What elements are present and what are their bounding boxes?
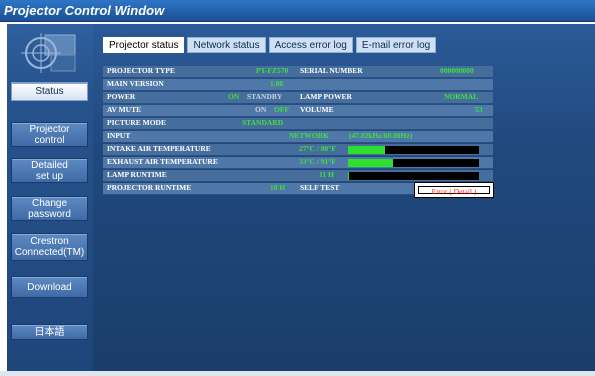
nav-japanese-label: 日本語 bbox=[34, 326, 65, 338]
nav-projector-control-label: Projector control bbox=[29, 123, 70, 146]
tab-bar: Projector status Network status Access e… bbox=[103, 37, 437, 53]
lamp-runtime-value: 11 H bbox=[319, 170, 334, 179]
lamp-runtime-label: LAMP RUNTIME bbox=[107, 170, 167, 179]
nav-change-password-label: Change password bbox=[28, 197, 71, 220]
table-row: MAIN VERSION 1.00 bbox=[103, 79, 493, 91]
exhaust-temperature-bar bbox=[348, 159, 479, 167]
table-row: PICTURE MODE STANDARD bbox=[103, 118, 493, 130]
tab-network-status[interactable]: Network status bbox=[187, 37, 266, 53]
lamp-runtime-bar bbox=[348, 172, 479, 180]
crosshair-logo-icon bbox=[21, 33, 76, 73]
intake-air-temperature-label: INTAKE AIR TEMPERATURE bbox=[107, 144, 211, 153]
input-signal-value: (47.82kHz/60.00Hz) bbox=[349, 131, 413, 140]
projector-runtime-value: 10 H bbox=[270, 183, 286, 192]
table-row: AV MUTE ON OFF VOLUME 53 bbox=[103, 105, 493, 117]
self-test-error-detail-link[interactable]: Error ( Detail ) bbox=[414, 182, 494, 198]
table-row: EXHAUST AIR TEMPERATURE 33°C / 91°F bbox=[103, 157, 493, 169]
volume-value: 53 bbox=[475, 105, 483, 114]
nav-download-label: Download bbox=[27, 281, 72, 293]
nav-status-button[interactable]: Status bbox=[11, 82, 88, 101]
table-row: INTAKE AIR TEMPERATURE 27°C / 80°F bbox=[103, 144, 493, 156]
tab-email-error-log[interactable]: E-mail error log bbox=[355, 37, 437, 53]
self-test-label: SELF TEST bbox=[300, 183, 340, 192]
serial-number-label: SERIAL NUMBER bbox=[300, 66, 363, 75]
window-title: Projector Control Window bbox=[4, 3, 165, 18]
power-standby-value: STANDBY bbox=[247, 92, 283, 101]
intake-air-temperature-value: 27°C / 80°F bbox=[299, 144, 336, 153]
nav-projector-control-button[interactable]: Projector control bbox=[11, 122, 88, 147]
serial-number-value: 000000000 bbox=[440, 66, 474, 75]
power-on-value: ON bbox=[228, 92, 240, 101]
table-row: INPUT NETWORK (47.82kHz/60.00Hz) bbox=[103, 131, 493, 143]
tab-access-error-log[interactable]: Access error log bbox=[268, 37, 353, 53]
title-bar: Projector Control Window bbox=[0, 0, 595, 22]
table-row: PROJECTOR TYPE PT-FZ570 SERIAL NUMBER 00… bbox=[103, 66, 493, 78]
bottom-strip bbox=[0, 371, 595, 376]
nav-crestron-label: Crestron Connected(TM) bbox=[14, 236, 85, 258]
av-mute-off-value: OFF bbox=[274, 105, 289, 114]
tab-projector-status[interactable]: Projector status bbox=[103, 37, 185, 53]
exhaust-temperature-bar-fill bbox=[348, 159, 393, 167]
main-version-label: MAIN VERSION bbox=[107, 79, 164, 88]
nav-status-label: Status bbox=[35, 86, 64, 97]
projector-control-window: Projector Control Window Status Projecto… bbox=[0, 0, 595, 376]
av-mute-label: AV MUTE bbox=[107, 105, 142, 114]
nav-detailed-setup-label: Detailed set up bbox=[31, 159, 68, 182]
lamp-runtime-bar-fill bbox=[348, 172, 350, 180]
volume-label: VOLUME bbox=[300, 105, 334, 114]
sidebar: Status Projector control Detailed set up… bbox=[7, 24, 93, 371]
nav-detailed-setup-button[interactable]: Detailed set up bbox=[11, 158, 88, 183]
picture-mode-label: PICTURE MODE bbox=[107, 118, 166, 127]
intake-temperature-bar-fill bbox=[348, 146, 385, 154]
picture-mode-value: STANDARD bbox=[242, 118, 284, 127]
projector-runtime-label: PROJECTOR RUNTIME bbox=[107, 183, 192, 192]
input-value: NETWORK bbox=[289, 131, 330, 140]
intake-temperature-bar bbox=[348, 146, 479, 154]
exhaust-air-temperature-value: 33°C / 91°F bbox=[299, 157, 336, 166]
av-mute-on-value: ON bbox=[255, 105, 267, 114]
exhaust-air-temperature-label: EXHAUST AIR TEMPERATURE bbox=[107, 157, 218, 166]
lamp-power-value: NORMAL bbox=[444, 92, 479, 101]
nav-crestron-button[interactable]: Crestron Connected(TM) bbox=[11, 233, 88, 261]
input-label: INPUT bbox=[107, 131, 131, 140]
main-panel: Projector status Network status Access e… bbox=[93, 24, 595, 371]
lamp-power-label: LAMP POWER bbox=[300, 92, 352, 101]
power-label: POWER bbox=[107, 92, 136, 101]
self-test-value: Error ( Detail ) bbox=[418, 186, 490, 196]
projector-type-label: PROJECTOR TYPE bbox=[107, 66, 175, 75]
table-row: LAMP RUNTIME 11 H bbox=[103, 170, 493, 182]
main-version-value: 1.00 bbox=[270, 79, 284, 88]
table-row: POWER ON STANDBY LAMP POWER NORMAL bbox=[103, 92, 493, 104]
table-row: PROJECTOR RUNTIME 10 H SELF TEST Error (… bbox=[103, 182, 494, 198]
nav-download-button[interactable]: Download bbox=[11, 276, 88, 298]
nav-change-password-button[interactable]: Change password bbox=[11, 196, 88, 221]
projector-type-value: PT-FZ570 bbox=[256, 66, 289, 75]
nav-japanese-button[interactable]: 日本語 bbox=[11, 324, 88, 340]
